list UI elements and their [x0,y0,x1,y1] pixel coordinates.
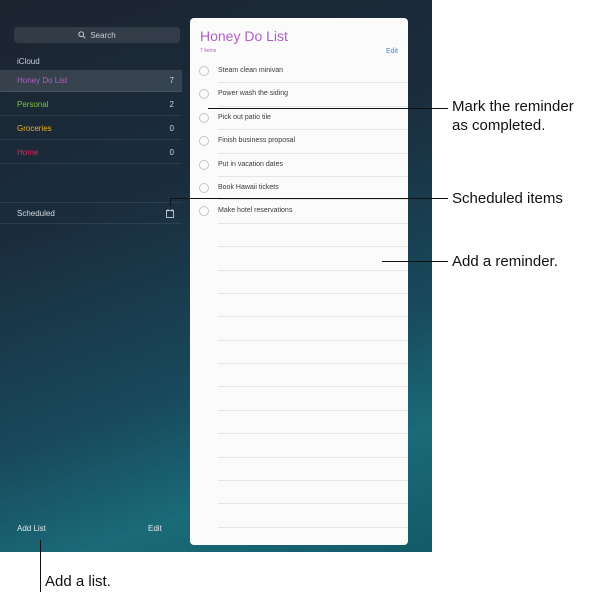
reminder-text: Steam clean minivan [218,67,283,74]
list-title: Honey Do List [200,28,288,44]
empty-row[interactable] [218,481,408,505]
add-list-button[interactable]: Add List [17,524,46,533]
completion-circle-icon[interactable] [199,66,209,76]
reminder-text: Make hotel reservations [218,207,293,215]
callout-add-list: Add a list. [45,573,111,590]
completion-circle-icon[interactable] [199,136,209,147]
list-count: 7 [169,76,174,85]
list-count: 0 [169,148,174,157]
reminder-text: Book Hawaii tickets [218,183,279,191]
empty-row[interactable] [218,247,408,271]
completion-circle-icon[interactable] [199,159,209,170]
empty-row[interactable] [218,458,408,482]
empty-row[interactable] [218,434,408,458]
leader-line-add-reminder [382,261,448,262]
completion-circle-icon[interactable] [199,89,209,100]
completion-circle-icon[interactable] [199,112,209,123]
reminder-row[interactable]: Put in vacation dates [199,154,408,177]
empty-row[interactable] [218,341,408,365]
reminder-row[interactable]: Book Hawaii tickets [199,177,408,201]
leader-line-mark [208,108,448,109]
list-item-personal[interactable]: Personal 2 [0,94,182,116]
empty-row[interactable] [218,364,408,388]
list-name: Home [17,148,39,157]
empty-row[interactable] [218,317,408,341]
reminder-row[interactable]: Power wash the siding [199,83,408,107]
reminder-row[interactable]: Steam clean minivan [199,60,408,84]
reminder-row[interactable]: Finish business proposal [199,130,408,154]
completion-circle-icon[interactable] [199,182,209,193]
leader-line-scheduled [170,198,448,199]
reminder-list: Steam clean minivan Power wash the sidin… [190,60,408,528]
empty-row[interactable] [218,387,408,411]
empty-row[interactable] [218,224,408,248]
callout-scheduled: Scheduled items [452,190,563,207]
callout-add-reminder: Add a reminder. [452,253,558,270]
callout-mark-line1: Mark the reminder [452,98,574,115]
leader-line-scheduled-drop [170,198,171,206]
reminder-row[interactable]: Pick out patio tile [199,107,408,131]
icloud-section-header: iCloud [17,57,40,66]
sidebar-edit-button[interactable]: Edit [148,524,162,533]
list-name: Honey Do List [17,76,68,85]
scheduled-label: Scheduled [17,208,55,218]
list-count: 2 [169,100,174,109]
completion-circle-icon[interactable] [199,206,209,217]
leader-line-add-list [40,540,41,592]
callout-mark-line2: as completed. [452,117,546,134]
reminder-text: Put in vacation dates [218,160,283,168]
search-field[interactable]: Search [14,27,180,43]
list-name: Personal [17,100,49,109]
ipad-screen: Search iCloud Honey Do List 7 Personal 2… [0,0,432,552]
clock-icon [166,208,174,218]
search-label: Search [90,30,116,40]
empty-row[interactable] [218,294,408,318]
reminder-text: Finish business proposal [218,137,296,145]
list-item-scheduled[interactable]: Scheduled [0,202,182,224]
item-count: 7 items [200,48,217,54]
list-count: 0 [169,124,174,133]
empty-row[interactable] [218,504,408,528]
reminder-row[interactable]: Make hotel reservations [199,200,408,224]
reminder-text: Pick out patio tile [218,113,271,121]
list-name: Groceries [17,124,52,133]
panel-edit-button[interactable]: Edit [386,48,398,55]
reminder-text: Power wash the siding [218,90,289,98]
list-item-groceries[interactable]: Groceries 0 [0,118,182,140]
search-icon [78,31,86,39]
list-item-home[interactable]: Home 0 [0,142,182,164]
reminders-panel: Honey Do List 7 items Edit Steam clean m… [190,18,408,545]
empty-row[interactable] [218,271,408,294]
empty-row[interactable] [218,411,408,435]
callout-mark-completed: Mark the reminder as completed. [452,97,574,135]
sidebar: Search iCloud Honey Do List 7 Personal 2… [0,0,190,552]
list-item-honey-do[interactable]: Honey Do List 7 [0,70,182,92]
